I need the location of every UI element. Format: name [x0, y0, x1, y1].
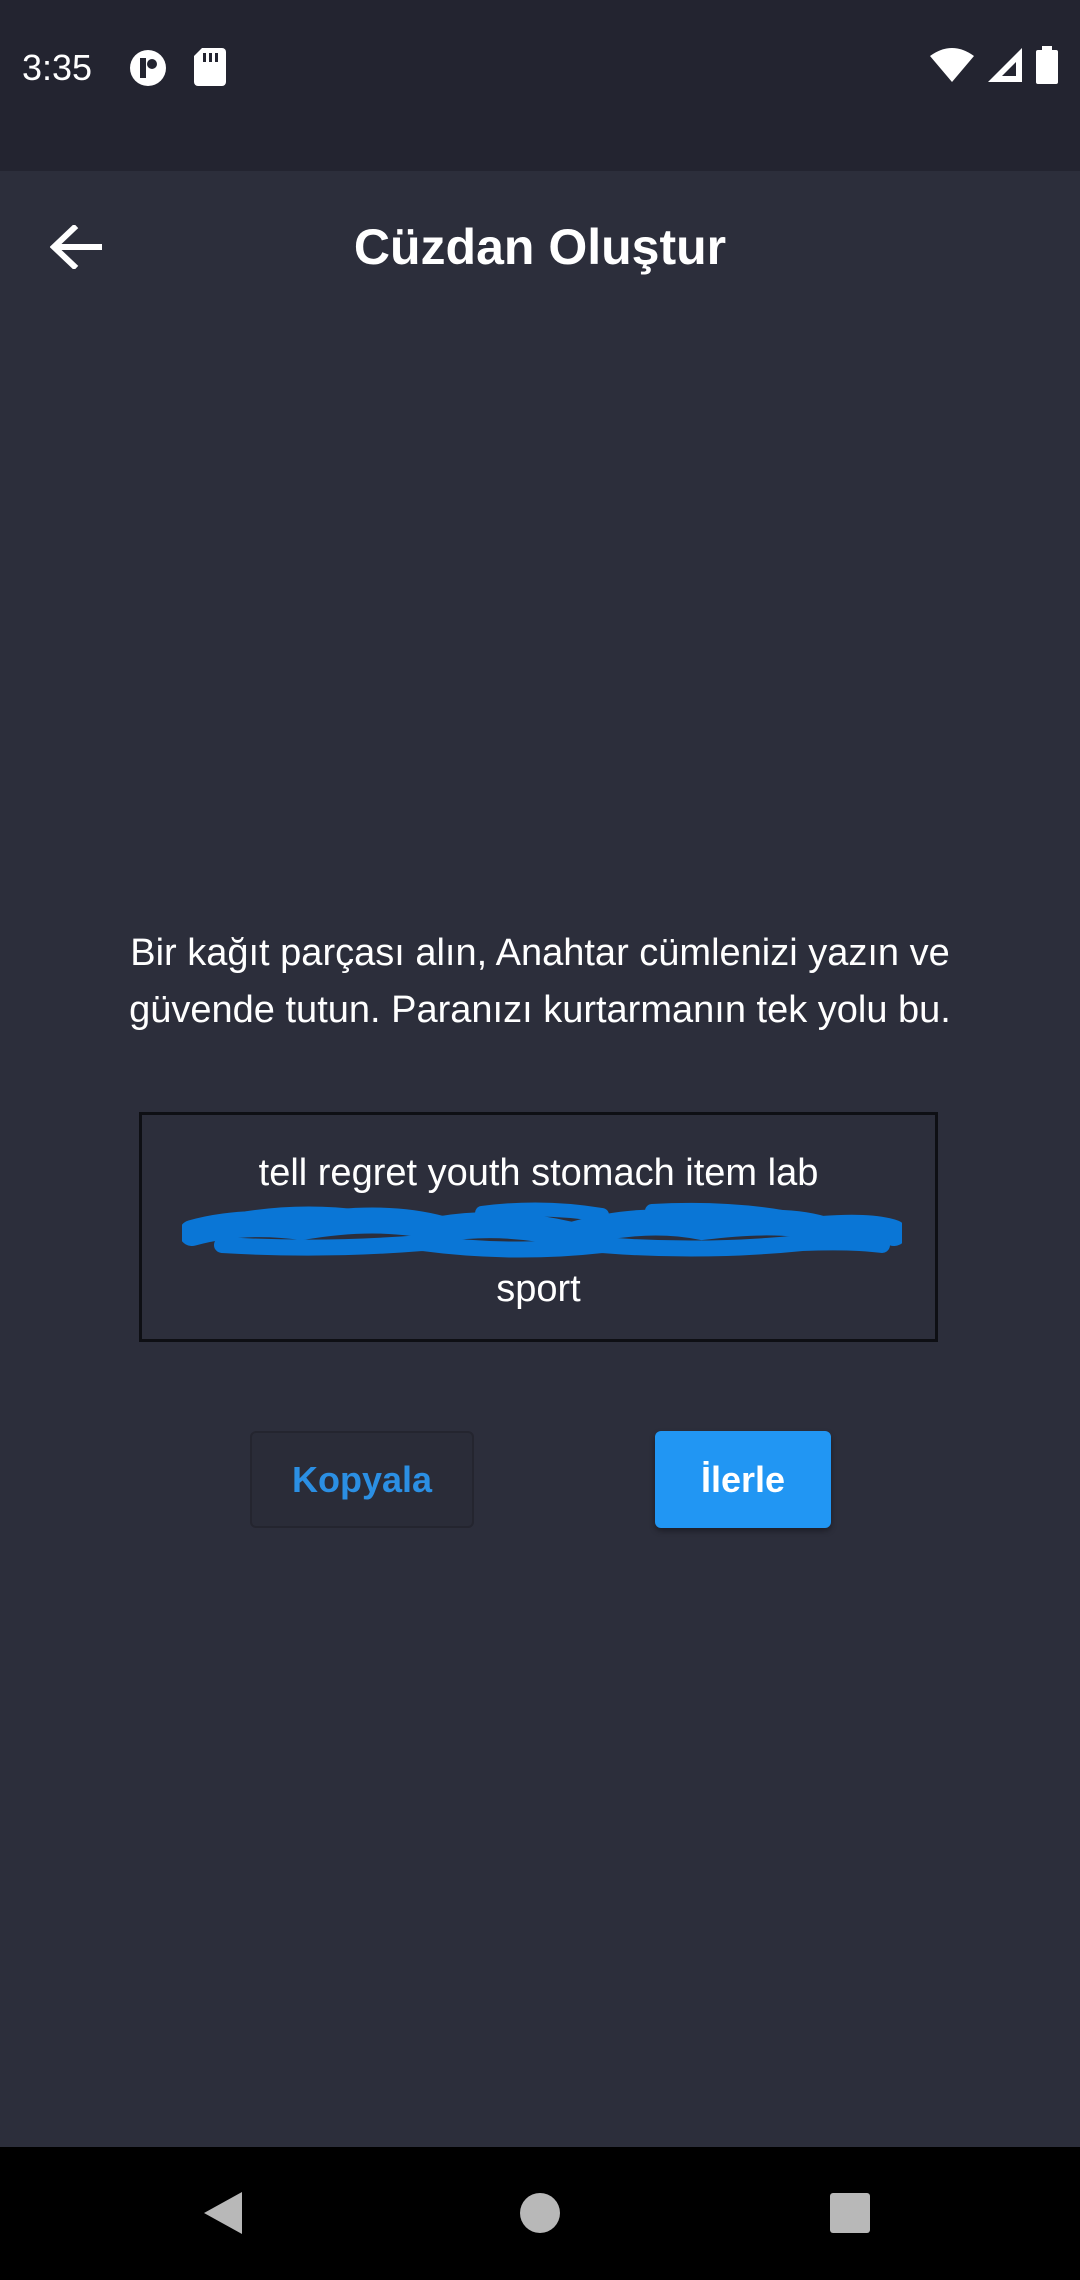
app-bar: Cüzdan Oluştur [0, 171, 1080, 331]
wifi-icon [930, 48, 974, 87]
cell-signal-icon [988, 48, 1022, 87]
phrase-line-3: sport [496, 1268, 581, 1310]
back-triangle-icon [202, 2190, 246, 2241]
nav-back-button[interactable] [192, 2183, 256, 2247]
nav-recents-button[interactable] [818, 2183, 882, 2247]
page-title: Cüzdan Oluştur [353, 219, 727, 275]
status-bar: 3:35 [0, 0, 1080, 171]
next-button[interactable]: İlerle [655, 1431, 831, 1528]
sd-card-icon [194, 48, 226, 91]
instruction-text: Bir kağıt parçası alın, Anahtar cümleniz… [129, 932, 951, 1031]
recovery-phrase-box: tell regret youth stomach item lab sport [139, 1112, 938, 1342]
recents-square-icon [829, 2192, 871, 2239]
navigation-bar [0, 2147, 1080, 2280]
status-time: 3:35 [22, 47, 93, 88]
copy-button[interactable]: Kopyala [250, 1431, 474, 1528]
home-circle-icon [519, 2192, 561, 2239]
p-badge-icon [128, 48, 168, 93]
battery-icon [1036, 46, 1058, 89]
nav-home-button[interactable] [508, 2183, 572, 2247]
phrase-line-1: tell regret youth stomach item lab [258, 1152, 819, 1194]
